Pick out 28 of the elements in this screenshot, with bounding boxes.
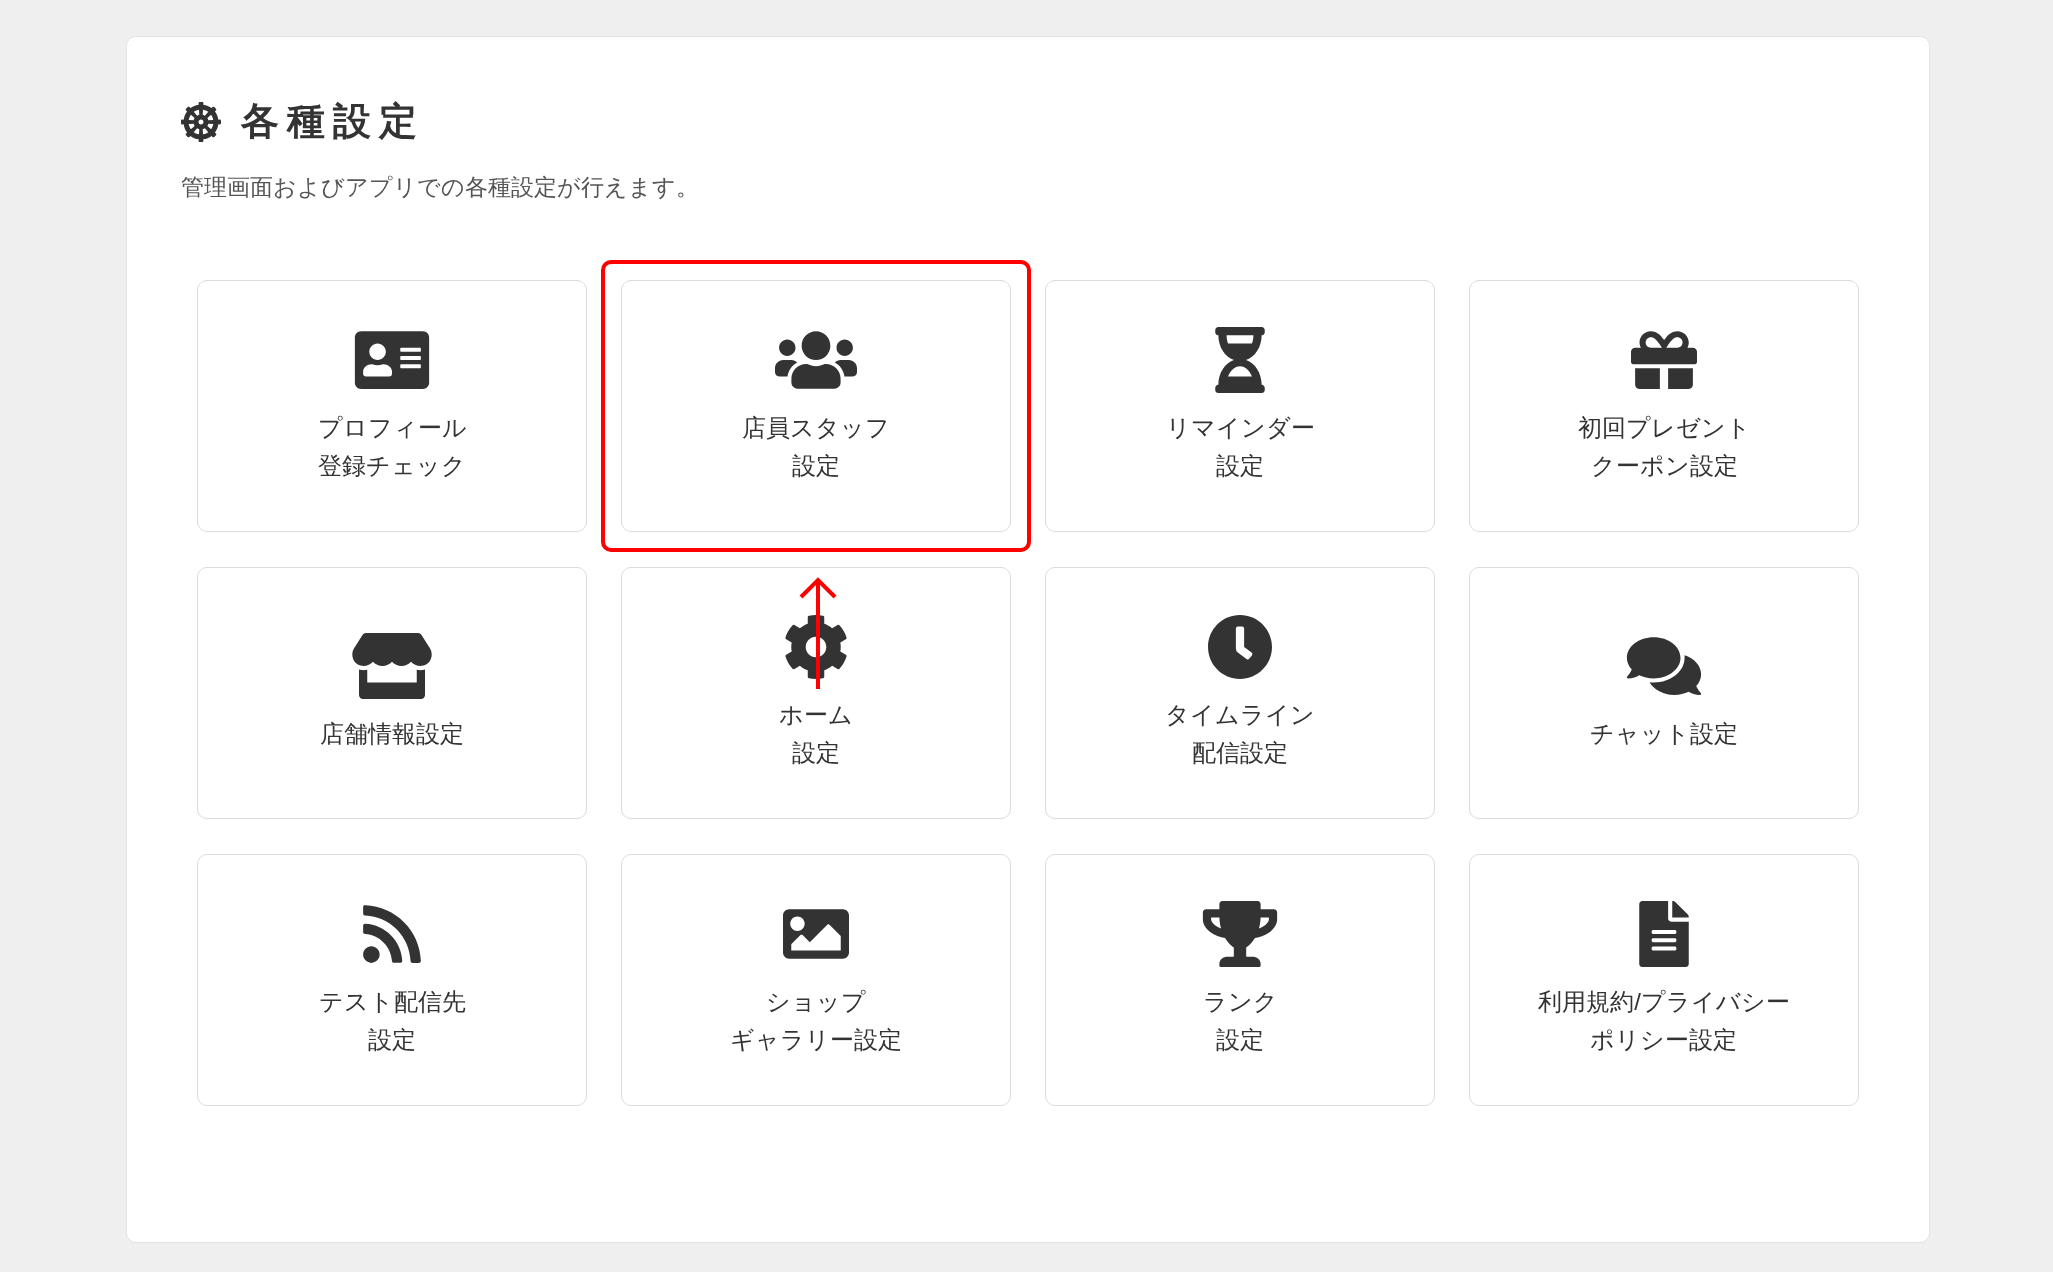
settings-tile[interactable]: タイムライン 配信設定 — [1045, 566, 1435, 819]
settings-tile[interactable]: 店舗情報設定 — [197, 566, 587, 819]
storefront-icon — [351, 632, 433, 699]
tile-label: プロフィール 登録チェック — [317, 412, 467, 481]
tile-label: ランク 設定 — [1202, 986, 1278, 1055]
tile-label: テスト配信先 設定 — [318, 986, 466, 1055]
page-title: 各種設定 — [241, 99, 425, 144]
settings-tile[interactable]: 店員スタッフ 設定 — [621, 279, 1011, 532]
tile-label: チャット設定 — [1590, 718, 1738, 749]
settings-tile[interactable]: 初回プレゼント クーポン設定 — [1469, 279, 1859, 532]
settings-tile[interactable]: リマインダー 設定 — [1045, 279, 1435, 532]
tile-label: ショップ ギャラリー設定 — [730, 986, 902, 1055]
settings-tile[interactable]: チャット設定 — [1469, 566, 1859, 819]
settings-tile[interactable]: 利用規約/プライバシー ポリシー設定 — [1469, 853, 1859, 1106]
tile-label: リマインダー 設定 — [1165, 412, 1315, 481]
tile-label: 店舗情報設定 — [320, 718, 464, 749]
tile-label: 店員スタッフ 設定 — [742, 412, 890, 481]
settings-tile[interactable]: プロフィール 登録チェック — [197, 279, 587, 532]
settings-tile[interactable]: ショップ ギャラリー設定 — [621, 853, 1011, 1106]
settings-tile[interactable]: ホーム 設定 — [621, 566, 1011, 819]
page-description: 管理画面およびアプリでの各種設定が行えます。 — [181, 173, 700, 202]
settings-tile[interactable]: テスト配信先 設定 — [197, 853, 587, 1106]
tile-label: タイムライン 配信設定 — [1165, 699, 1315, 768]
wheel-icon — [181, 101, 221, 142]
tile-label: 利用規約/プライバシー ポリシー設定 — [1538, 986, 1790, 1055]
settings-tile[interactable]: ランク 設定 — [1045, 853, 1435, 1106]
tile-label: 初回プレゼント クーポン設定 — [1577, 412, 1751, 481]
tile-label: ホーム 設定 — [779, 699, 853, 768]
